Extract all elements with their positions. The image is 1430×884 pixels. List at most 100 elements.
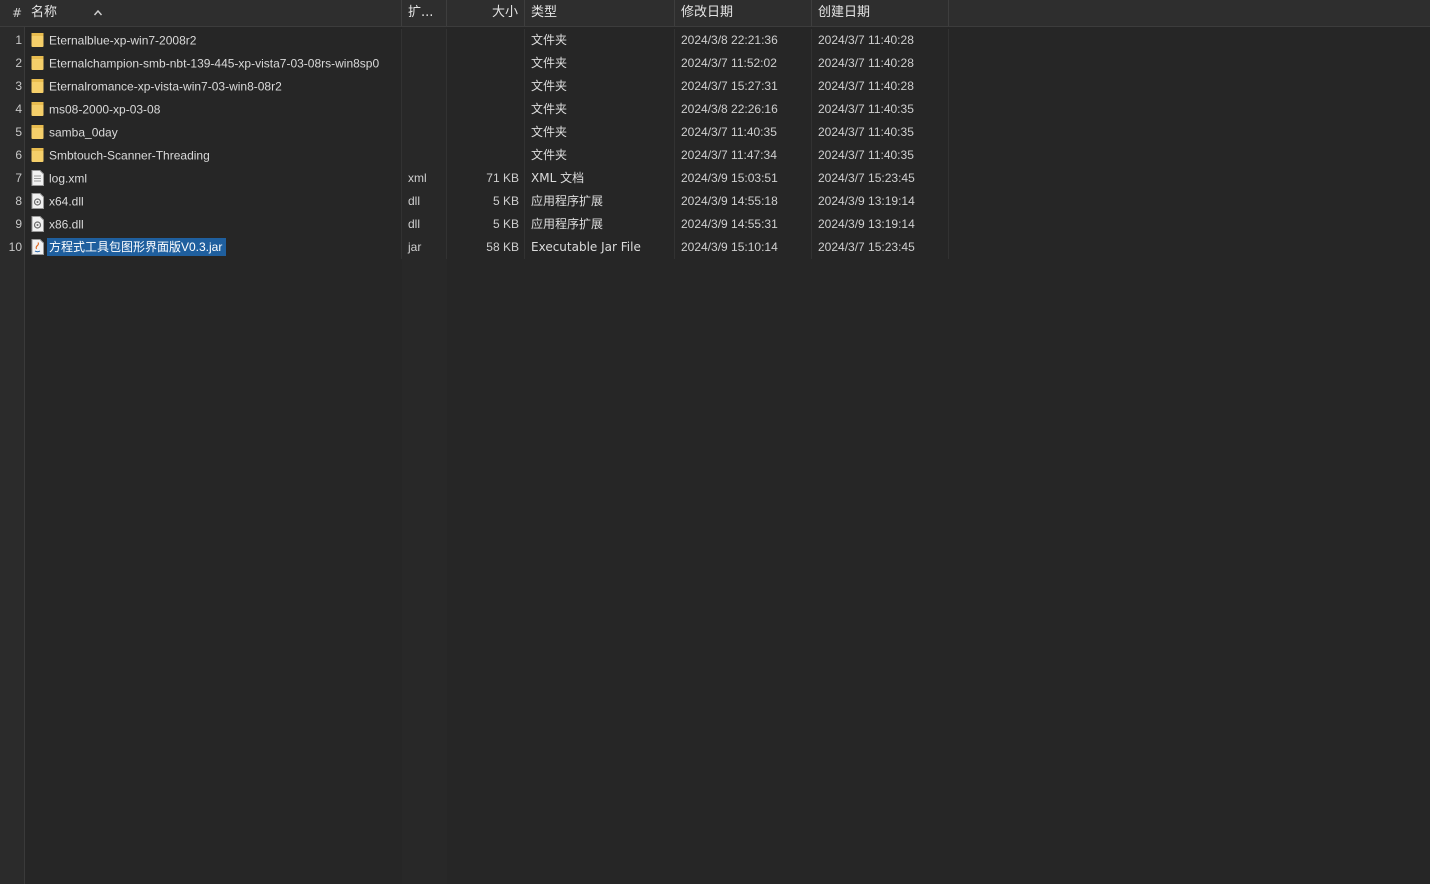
file-type: XML 文档 [525, 167, 675, 190]
file-row[interactable]: 5 samba_0day 文件夹 2024/3/7 11:40:35 2024/… [0, 121, 1430, 144]
dll-icon [31, 192, 44, 209]
file-rows: 1 Eternalblue-xp-win7-2008r2 文件夹 2024/3/… [0, 29, 1430, 259]
file-modified-date: 2024/3/7 11:47:34 [675, 144, 812, 167]
file-extension [402, 52, 447, 75]
file-row[interactable]: 6 Smbtouch-Scanner-Threading 文件夹 2024/3/… [0, 144, 1430, 167]
file-created-date: 2024/3/7 11:40:35 [812, 121, 949, 144]
file-created-date: 2024/3/7 11:40:28 [812, 75, 949, 98]
file-created-date: 2024/3/7 11:40:28 [812, 52, 949, 75]
row-number: 4 [15, 102, 22, 116]
file-created-date: 2024/3/7 15:23:45 [812, 236, 949, 259]
file-size [447, 75, 525, 98]
file-size [447, 121, 525, 144]
folder-icon [31, 55, 44, 71]
row-number: 1 [15, 33, 22, 47]
file-modified-date: 2024/3/7 11:40:35 [675, 121, 812, 144]
column-header-name-label: 名称 [31, 5, 58, 20]
file-name-cell[interactable]: samba_0day [25, 121, 402, 144]
file-row[interactable]: 8 x64.dll dll 5 KB 应用程序扩展 2024/3/9 14:55… [0, 190, 1430, 213]
row-number: 6 [15, 148, 22, 162]
row-number: 10 [8, 240, 22, 254]
file-name[interactable]: Eternalchampion-smb-nbt-139-445-xp-vista… [49, 56, 379, 70]
file-row[interactable]: 1 Eternalblue-xp-win7-2008r2 文件夹 2024/3/… [0, 29, 1430, 52]
file-name[interactable]: x64.dll [49, 194, 84, 208]
file-created-date: 2024/3/7 11:40:28 [812, 29, 949, 52]
column-header-name[interactable]: 名称 [25, 0, 402, 26]
file-modified-date: 2024/3/8 22:21:36 [675, 29, 812, 52]
document-icon [31, 169, 44, 186]
file-size [447, 144, 525, 167]
file-name[interactable]: x86.dll [49, 217, 84, 231]
file-type: 文件夹 [525, 98, 675, 121]
file-list-view[interactable]: # 名称 扩... 大小 类型 修改日期 创建日期 1 Eternalblue-… [0, 0, 1430, 884]
file-created-date: 2024/3/7 11:40:35 [812, 144, 949, 167]
file-name-cell[interactable]: x86.dll [25, 213, 402, 236]
file-created-date: 2024/3/7 11:40:35 [812, 98, 949, 121]
file-name[interactable]: Eternalromance-xp-vista-win7-03-win8-08r… [49, 79, 282, 93]
file-size: 58 KB [447, 236, 525, 259]
file-modified-date: 2024/3/7 11:52:02 [675, 52, 812, 75]
file-name-cell[interactable]: log.xml [25, 167, 402, 190]
file-name-cell[interactable]: ms08-2000-xp-03-08 [25, 98, 402, 121]
file-modified-date: 2024/3/9 14:55:31 [675, 213, 812, 236]
file-extension [402, 121, 447, 144]
file-size: 5 KB [447, 190, 525, 213]
file-extension [402, 98, 447, 121]
file-modified-date: 2024/3/9 15:10:14 [675, 236, 812, 259]
file-type: 文件夹 [525, 29, 675, 52]
file-row[interactable]: 2 Eternalchampion-smb-nbt-139-445-xp-vis… [0, 52, 1430, 75]
column-header-created-date[interactable]: 创建日期 [812, 0, 949, 26]
file-size [447, 52, 525, 75]
file-modified-date: 2024/3/7 15:27:31 [675, 75, 812, 98]
file-type: 应用程序扩展 [525, 213, 675, 236]
row-number: 7 [15, 171, 22, 185]
file-row[interactable]: 7 log.xml xml 71 KB XML 文档 2024/3/9 15:0… [0, 167, 1430, 190]
file-created-date: 2024/3/9 13:19:14 [812, 213, 949, 236]
column-header-type[interactable]: 类型 [525, 0, 675, 26]
file-size [447, 98, 525, 121]
file-name[interactable]: ms08-2000-xp-03-08 [49, 102, 160, 116]
file-name[interactable]: log.xml [49, 171, 87, 185]
row-number: 3 [15, 79, 22, 93]
file-name[interactable]: Smbtouch-Scanner-Threading [49, 148, 210, 162]
file-name-cell[interactable]: Smbtouch-Scanner-Threading [25, 144, 402, 167]
file-name-cell[interactable]: 方程式工具包图形界面版V0.3.jar [25, 236, 402, 259]
file-name[interactable]: 方程式工具包图形界面版V0.3.jar [47, 238, 227, 257]
file-name[interactable]: samba_0day [49, 125, 118, 139]
folder-icon [31, 147, 44, 163]
file-type: 文件夹 [525, 52, 675, 75]
java-jar-icon [31, 238, 44, 255]
column-header-modified-date[interactable]: 修改日期 [675, 0, 812, 26]
file-type: 应用程序扩展 [525, 190, 675, 213]
file-created-date: 2024/3/7 15:23:45 [812, 167, 949, 190]
file-name-cell[interactable]: Eternalchampion-smb-nbt-139-445-xp-vista… [25, 52, 402, 75]
file-row[interactable]: 9 x86.dll dll 5 KB 应用程序扩展 2024/3/9 14:55… [0, 213, 1430, 236]
file-modified-date: 2024/3/8 22:26:16 [675, 98, 812, 121]
file-size: 71 KB [447, 167, 525, 190]
file-size [447, 29, 525, 52]
file-type: Executable Jar File [525, 236, 675, 259]
file-type: 文件夹 [525, 75, 675, 98]
file-extension: jar [402, 236, 447, 259]
file-extension [402, 75, 447, 98]
column-header-extension[interactable]: 扩... [402, 0, 447, 26]
file-extension [402, 29, 447, 52]
row-number: 2 [15, 56, 22, 70]
folder-icon [31, 78, 44, 94]
folder-icon [31, 124, 44, 140]
file-modified-date: 2024/3/9 15:03:51 [675, 167, 812, 190]
column-header-size[interactable]: 大小 [447, 0, 525, 26]
file-name[interactable]: Eternalblue-xp-win7-2008r2 [49, 33, 196, 47]
file-row[interactable]: 4 ms08-2000-xp-03-08 文件夹 2024/3/8 22:26:… [0, 98, 1430, 121]
folder-icon [31, 32, 44, 48]
file-name-cell[interactable]: Eternalblue-xp-win7-2008r2 [25, 29, 402, 52]
file-row[interactable]: 3 Eternalromance-xp-vista-win7-03-win8-0… [0, 75, 1430, 98]
file-created-date: 2024/3/9 13:19:14 [812, 190, 949, 213]
file-row[interactable]: 10 方程式工具包图形界面版V0.3.jar jar 58 KB Executa… [0, 236, 1430, 259]
file-modified-date: 2024/3/9 14:55:18 [675, 190, 812, 213]
file-name-cell[interactable]: Eternalromance-xp-vista-win7-03-win8-08r… [25, 75, 402, 98]
file-type: 文件夹 [525, 144, 675, 167]
file-name-cell[interactable]: x64.dll [25, 190, 402, 213]
column-header-row-number[interactable]: # [0, 0, 25, 26]
row-number: 5 [15, 125, 22, 139]
